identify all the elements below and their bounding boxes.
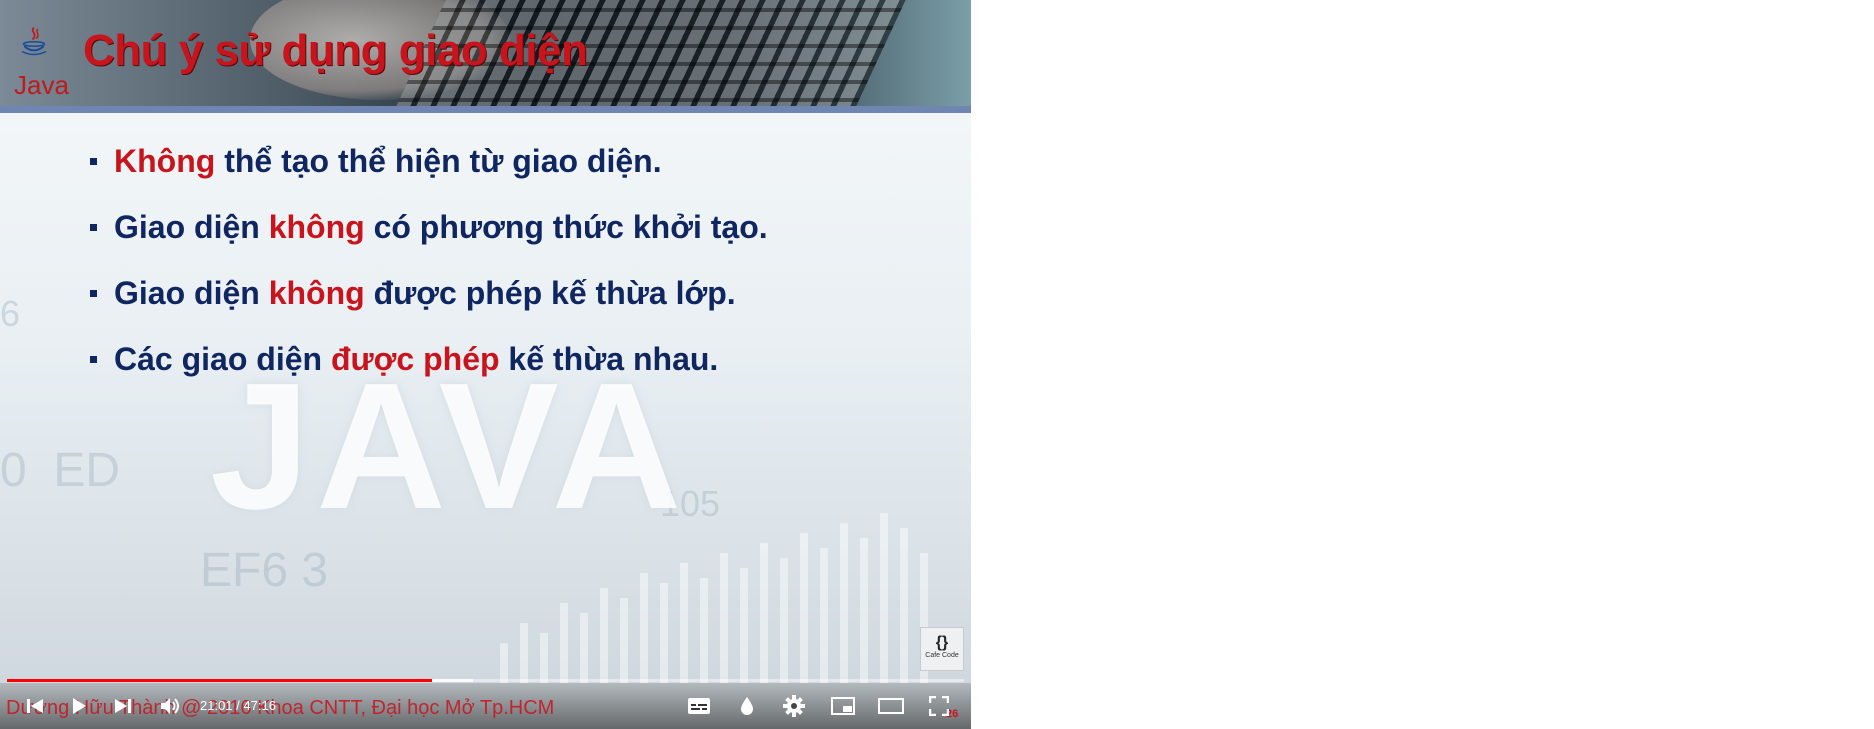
bullet-item: Các giao diện được phép kế thừa nhau.	[90, 339, 768, 405]
time-display: 21:01 / 47:16	[200, 698, 276, 713]
braces-icon: {}	[935, 634, 949, 651]
play-icon	[73, 698, 86, 714]
previous-button[interactable]	[22, 693, 48, 719]
theater-mode-button[interactable]	[876, 693, 906, 719]
previous-icon	[27, 699, 43, 713]
bullet-text: được phép kế thừa lớp.	[364, 275, 736, 311]
fullscreen-icon	[929, 696, 949, 716]
theater-icon	[878, 698, 904, 714]
bullet-item: Không thể tạo thể hiện từ giao diện.	[90, 141, 768, 207]
java-cup-icon	[21, 26, 47, 56]
channel-badge[interactable]: {} Cafe Code	[920, 627, 964, 671]
bullet-highlight: không	[268, 275, 365, 311]
miniplayer-button[interactable]	[829, 693, 857, 719]
bullet-highlight: không	[268, 209, 365, 245]
bullet-item: Giao diện không có phương thức khởi tạo.	[90, 207, 768, 273]
bullet-text: Giao diện	[114, 275, 269, 311]
progress-bar[interactable]	[7, 679, 964, 682]
volume-button[interactable]	[157, 693, 185, 719]
bullet-text: Các giao diện	[114, 341, 331, 377]
channel-badge-label: Cafe Code	[925, 652, 959, 659]
volume-icon	[161, 698, 179, 714]
slide-body: 0 ED EF6 3 105 6 JAVA Không thể tạo thể …	[0, 113, 971, 683]
bullet-text: Giao diện	[114, 209, 269, 245]
bullet-list: Không thể tạo thể hiện từ giao diện. Giao…	[90, 141, 768, 405]
autoplay-button[interactable]	[733, 693, 761, 719]
subtitles-icon	[688, 698, 710, 714]
next-button[interactable]	[110, 693, 136, 719]
progress-played	[7, 679, 433, 682]
slide-title: Chú ý sử dụng giao diện	[83, 26, 588, 75]
autoplay-icon	[741, 697, 753, 715]
gear-icon	[783, 695, 805, 717]
current-time: 21:01	[200, 698, 233, 713]
bullet-text: kế thừa nhau.	[499, 341, 719, 377]
video-player[interactable]: Java Chú ý sử dụng giao diện 0 ED EF6 3 …	[0, 0, 971, 729]
play-button[interactable]	[66, 693, 92, 719]
bullet-highlight: Không	[114, 143, 216, 179]
bullet-text: thể tạo thể hiện từ giao diện.	[215, 143, 662, 179]
time-separator: /	[236, 698, 240, 713]
settings-button[interactable]	[780, 693, 808, 719]
subtitles-button[interactable]	[685, 693, 713, 719]
java-logo: Java	[6, 0, 69, 100]
fullscreen-button[interactable]	[925, 693, 953, 719]
duration: 47:16	[243, 698, 276, 713]
java-logo-text: Java	[14, 70, 69, 100]
next-icon	[115, 699, 131, 713]
slide-header: Java Chú ý sử dụng giao diện	[0, 0, 971, 108]
miniplayer-icon	[831, 697, 855, 715]
bullet-text: có phương thức khởi tạo.	[364, 209, 768, 245]
bullet-highlight: được phép	[330, 341, 500, 377]
header-divider	[0, 106, 971, 113]
bullet-item: Giao diện không được phép kế thừa lớp.	[90, 273, 768, 339]
